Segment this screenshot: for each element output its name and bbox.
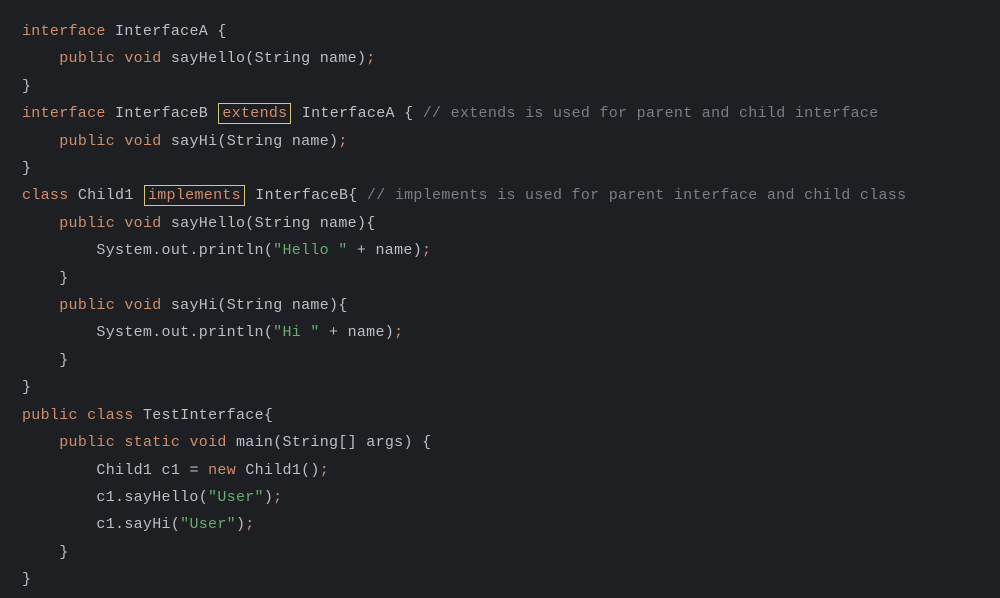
line-10: }: [22, 265, 978, 292]
line-3: }: [22, 73, 978, 100]
code-editor[interactable]: interface InterfaceA { public void sayHe…: [22, 18, 978, 594]
line-9: System.out.println("Hello " + name);: [22, 237, 978, 264]
line-21: }: [22, 566, 978, 593]
string-literal: "Hello ": [273, 242, 347, 259]
line-17: Child1 c1 = new Child1();: [22, 457, 978, 484]
keyword-class: class: [22, 187, 69, 204]
string-literal: "User": [180, 516, 236, 533]
line-6: }: [22, 155, 978, 182]
line-14: }: [22, 374, 978, 401]
keyword-implements-boxed: implements: [144, 185, 245, 206]
keyword-interface: interface: [22, 23, 106, 40]
type-interfacea: InterfaceA: [115, 23, 208, 40]
line-18: c1.sayHello("User");: [22, 484, 978, 511]
line-16: public static void main(String[] args) {: [22, 429, 978, 456]
string-literal: "Hi ": [273, 324, 320, 341]
keyword-new: new: [208, 462, 236, 479]
comment: // implements is used for parent interfa…: [367, 187, 906, 204]
keyword-interface: interface: [22, 105, 106, 122]
keyword-extends-boxed: extends: [218, 103, 291, 124]
keyword-void: void: [124, 50, 161, 67]
line-13: }: [22, 347, 978, 374]
line-7: class Child1 implements InterfaceB{ // i…: [22, 182, 978, 209]
line-19: c1.sayHi("User");: [22, 511, 978, 538]
line-8: public void sayHello(String name){: [22, 210, 978, 237]
comment: // extends is used for parent and child …: [423, 105, 879, 122]
line-1: interface InterfaceA {: [22, 18, 978, 45]
line-20: }: [22, 539, 978, 566]
line-4: interface InterfaceB extends InterfaceA …: [22, 100, 978, 127]
keyword-public: public: [59, 50, 115, 67]
line-2: public void sayHello(String name);: [22, 45, 978, 72]
string-literal: "User": [208, 489, 264, 506]
line-15: public class TestInterface{: [22, 402, 978, 429]
line-5: public void sayHi(String name);: [22, 128, 978, 155]
line-12: System.out.println("Hi " + name);: [22, 319, 978, 346]
line-11: public void sayHi(String name){: [22, 292, 978, 319]
